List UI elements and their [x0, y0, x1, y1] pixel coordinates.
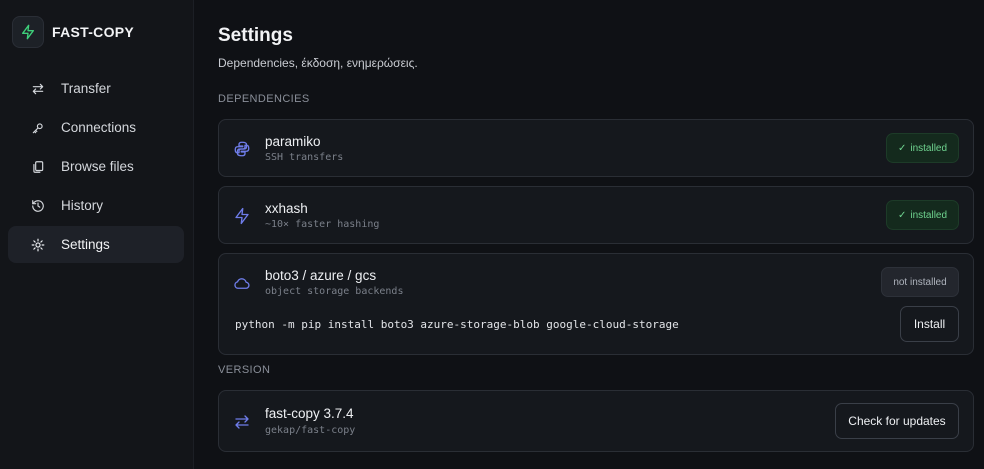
version-card: fast-copy 3.7.4 gekap/fast-copy Check fo… [218, 390, 974, 452]
install-command[interactable]: python -m pip install boto3 azure-storag… [235, 318, 679, 331]
sidebar-nav: Transfer Connections Browse files Histor… [8, 70, 184, 265]
brand: FAST-COPY [12, 16, 134, 48]
dependency-description: ~10× faster hashing [265, 219, 380, 230]
dependency-description: SSH transfers [265, 152, 344, 163]
app-name: FAST-COPY [52, 24, 135, 40]
bolt-icon [233, 207, 251, 225]
version-section-label: VERSION [218, 364, 271, 376]
cloud-icon [233, 274, 251, 292]
sidebar-item-label: Settings [61, 237, 110, 252]
sidebar-item-connections[interactable]: Connections [8, 109, 184, 146]
page-title: Settings [218, 25, 293, 46]
arrows-swap-icon [31, 82, 45, 96]
check-updates-button[interactable]: Check for updates [835, 403, 959, 439]
sidebar-item-label: Transfer [61, 81, 111, 96]
sidebar-item-browse-files[interactable]: Browse files [8, 148, 184, 185]
main-content: Settings Dependencies, έκδοση, ενημερώσε… [218, 0, 974, 469]
sidebar-item-label: Browse files [61, 159, 134, 174]
key-icon [31, 121, 45, 135]
gear-icon [31, 238, 45, 252]
sidebar: FAST-COPY Transfer Connections Browse fi… [0, 0, 194, 469]
version-repo: gekap/fast-copy [265, 425, 356, 436]
python-icon [233, 140, 251, 158]
dependency-name: paramiko [265, 134, 321, 149]
files-icon [31, 160, 45, 174]
bolt-icon [12, 16, 44, 48]
dependency-card-xxhash: xxhash ~10× faster hashing ✓ installed [218, 186, 974, 244]
sidebar-item-transfer[interactable]: Transfer [8, 70, 184, 107]
status-badge: not installed [881, 267, 959, 297]
status-badge: ✓ installed [886, 200, 959, 230]
sidebar-item-history[interactable]: History [8, 187, 184, 224]
dependency-card-cloud-storage: boto3 / azure / gcs object storage backe… [218, 253, 974, 355]
dependency-card-paramiko: paramiko SSH transfers ✓ installed [218, 119, 974, 177]
check-icon: ✓ [897, 209, 907, 221]
version-name: fast-copy 3.7.4 [265, 406, 354, 421]
dependency-description: object storage backends [265, 286, 404, 297]
sidebar-item-settings[interactable]: Settings [8, 226, 184, 263]
sidebar-item-label: Connections [61, 120, 137, 135]
history-icon [31, 199, 45, 213]
arrows-swap-icon [233, 413, 251, 431]
page-subtitle: Dependencies, έκδοση, ενημερώσεις. [218, 56, 418, 70]
status-badge: ✓ installed [886, 133, 959, 163]
dependency-name: xxhash [265, 201, 308, 216]
dependency-name: boto3 / azure / gcs [265, 268, 377, 283]
dependencies-section-label: DEPENDENCIES [218, 93, 310, 105]
sidebar-item-label: History [61, 198, 104, 213]
install-button[interactable]: Install [900, 306, 959, 342]
check-icon: ✓ [897, 142, 907, 154]
